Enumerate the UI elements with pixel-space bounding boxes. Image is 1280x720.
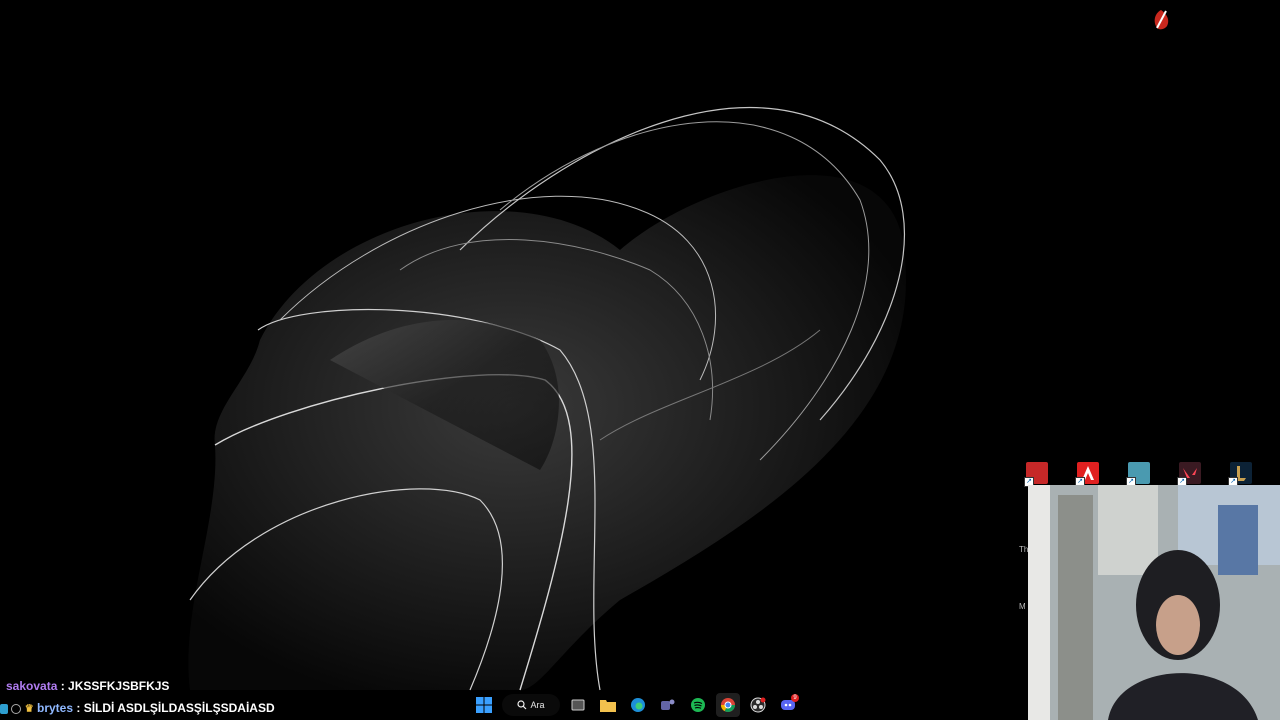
obs-icon <box>750 697 766 713</box>
chat-separator: : <box>57 679 69 693</box>
discord-button[interactable]: 9 <box>776 693 800 717</box>
taskbar-search-button[interactable]: Ara <box>502 694 560 716</box>
search-icon <box>517 700 527 710</box>
folder-icon <box>600 700 616 712</box>
chat-separator: : <box>73 701 84 715</box>
task-view-button[interactable] <box>566 693 590 717</box>
desktop-icons: ↗ ↗ ↗ ↗ ↗ <box>1024 462 1252 487</box>
spotify-icon <box>691 698 705 712</box>
chrome-icon <box>721 698 735 712</box>
chat-line: sakovata : JKSSFKJSBFKJS <box>0 679 1000 693</box>
spotify-button[interactable] <box>686 693 710 717</box>
chrome-button[interactable] <box>716 693 740 717</box>
landscape-app-icon[interactable]: ↗ <box>1126 462 1150 487</box>
league-of-legends-icon[interactable]: ↗ <box>1228 462 1252 487</box>
side-text-th: Th <box>1019 545 1029 554</box>
start-button[interactable] <box>472 693 496 717</box>
side-text-m: M <box>1019 602 1026 611</box>
chat-username: sakovata <box>6 679 58 693</box>
webcam-overlay <box>1028 485 1280 720</box>
teams-icon <box>661 699 675 710</box>
edge-icon <box>631 698 645 712</box>
search-label: Ara <box>530 700 545 710</box>
app-red-icon[interactable]: ↗ <box>1024 462 1048 487</box>
chat-message: JKSSFKJSBFKJS <box>68 679 170 693</box>
valorant-icon[interactable]: ↗ <box>1177 462 1201 487</box>
windows-icon <box>476 697 492 713</box>
notification-badge: 9 <box>791 694 799 702</box>
crown-badge-icon: ♛ <box>24 703 34 715</box>
taskbar: Ara 9 <box>472 692 800 718</box>
adobe-icon[interactable]: ↗ <box>1075 462 1099 487</box>
webcam-feed <box>1028 485 1280 720</box>
chat-message: SİLDİ ASDLŞİLDASŞİLŞSDAİASD <box>83 701 275 715</box>
file-explorer-button[interactable] <box>596 693 620 717</box>
edge-button[interactable] <box>626 693 650 717</box>
corner-logo-icon <box>1154 10 1169 30</box>
chat-badge-icon <box>11 703 22 714</box>
chat-badge-icon <box>0 703 8 714</box>
obs-button[interactable] <box>746 693 770 717</box>
task-view-icon <box>571 699 585 711</box>
chat-username: brytes <box>37 701 74 715</box>
teams-button[interactable] <box>656 693 680 717</box>
